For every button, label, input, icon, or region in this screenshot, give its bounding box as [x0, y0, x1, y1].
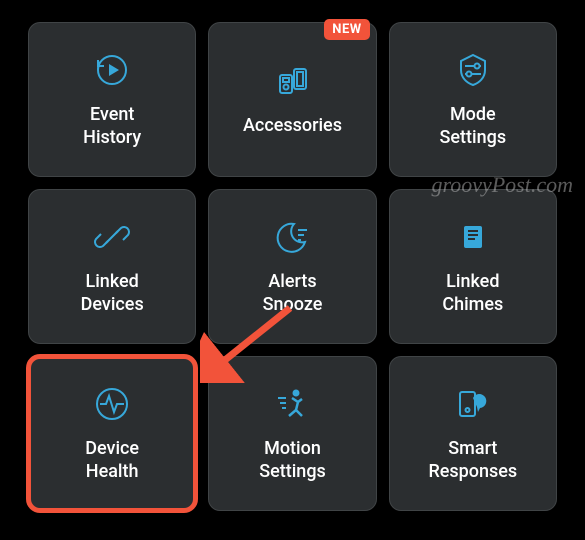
tile-label: Smart Responses — [428, 438, 517, 483]
tile-accessories[interactable]: NEW Accessories — [208, 22, 376, 177]
tile-motion-settings[interactable]: Motion Settings — [208, 356, 376, 511]
tile-linked-devices[interactable]: Linked Devices — [28, 189, 196, 344]
tile-alerts-snooze[interactable]: Alerts Snooze — [208, 189, 376, 344]
tile-label: Linked Devices — [81, 271, 144, 316]
motion-settings-icon — [272, 384, 312, 424]
tile-smart-responses[interactable]: Smart Responses — [389, 356, 557, 511]
tile-label: Alerts Snooze — [263, 271, 323, 316]
linked-devices-icon — [92, 217, 132, 257]
accessories-icon — [272, 61, 312, 101]
device-health-icon — [92, 384, 132, 424]
tile-label: Device Health — [85, 438, 139, 483]
linked-chimes-icon — [453, 217, 493, 257]
tile-label: Linked Chimes — [442, 271, 503, 316]
tile-mode-settings[interactable]: Mode Settings — [389, 22, 557, 177]
tile-device-health[interactable]: Device Health — [28, 356, 196, 511]
smart-responses-icon — [453, 384, 493, 424]
tile-label: Accessories — [243, 115, 342, 138]
tile-label: Mode Settings — [440, 104, 507, 149]
settings-tile-grid: Event History NEW Accessories Mode Setti… — [28, 22, 557, 511]
alerts-snooze-icon — [272, 217, 312, 257]
event-history-icon — [92, 50, 132, 90]
tile-label: Event History — [83, 104, 141, 149]
tile-label: Motion Settings — [259, 438, 326, 483]
new-badge: NEW — [324, 19, 369, 40]
tile-event-history[interactable]: Event History — [28, 22, 196, 177]
tile-linked-chimes[interactable]: Linked Chimes — [389, 189, 557, 344]
mode-settings-icon — [453, 50, 493, 90]
